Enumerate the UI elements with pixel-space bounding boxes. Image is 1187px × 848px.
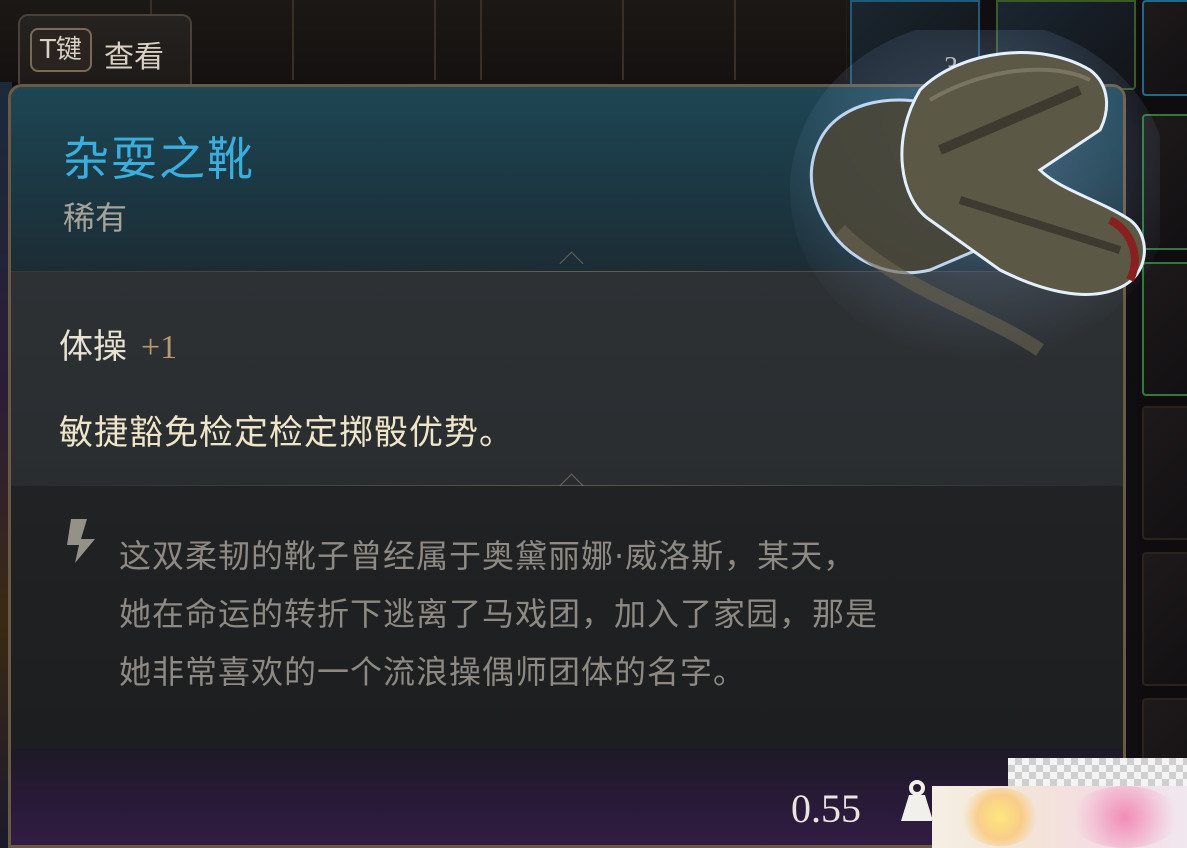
- key-cap-t: T键: [30, 28, 92, 72]
- inventory-slot[interactable]: [622, 0, 735, 80]
- watermark-glow: [960, 788, 1040, 846]
- item-effect: 敏捷豁免检定检定掷骰优势。: [59, 413, 514, 453]
- stat-value: +1: [141, 329, 178, 366]
- inspect-label: 查看: [104, 40, 164, 75]
- boots-icon: [790, 30, 1160, 360]
- inventory-slot[interactable]: [1142, 406, 1187, 540]
- stat-name: 体操: [59, 327, 127, 367]
- inventory-slot[interactable]: [292, 0, 435, 80]
- quill-icon: [67, 519, 95, 563]
- stat-bonus: 体操 +1: [59, 319, 177, 368]
- inventory-slot[interactable]: [1142, 552, 1187, 686]
- lore-line: 她非常喜欢的一个流浪操偶师团体的名字。: [119, 653, 747, 691]
- lore-line: 她在命运的转折下逃离了马戏团，加入了家园，那是: [119, 595, 879, 633]
- weight-icon: [901, 780, 933, 821]
- item-weight: 0.55: [791, 786, 861, 831]
- watermark-glow: [1070, 786, 1180, 848]
- watermark-checker: [1008, 758, 1187, 788]
- item-rarity: 稀有: [63, 199, 128, 237]
- inventory-slot[interactable]: [434, 0, 481, 80]
- lore-line: 这双柔韧的靴子曾经属于奥黛丽娜·威洛斯，某天，: [119, 537, 857, 575]
- item-lore: 这双柔韧的靴子曾经属于奥黛丽娜·威洛斯，某天， 她在命运的转折下逃离了马戏团，加…: [119, 527, 1099, 701]
- item-name: 杂耍之靴: [63, 132, 255, 186]
- inspect-hint[interactable]: T键 查看: [18, 14, 192, 84]
- inventory-slot[interactable]: [480, 0, 623, 80]
- game-screen: 3 T键 查看 杂耍之靴 稀有 体操+1 敏捷豁免检定检定掷骰优势。 这双柔韧的…: [0, 0, 1187, 848]
